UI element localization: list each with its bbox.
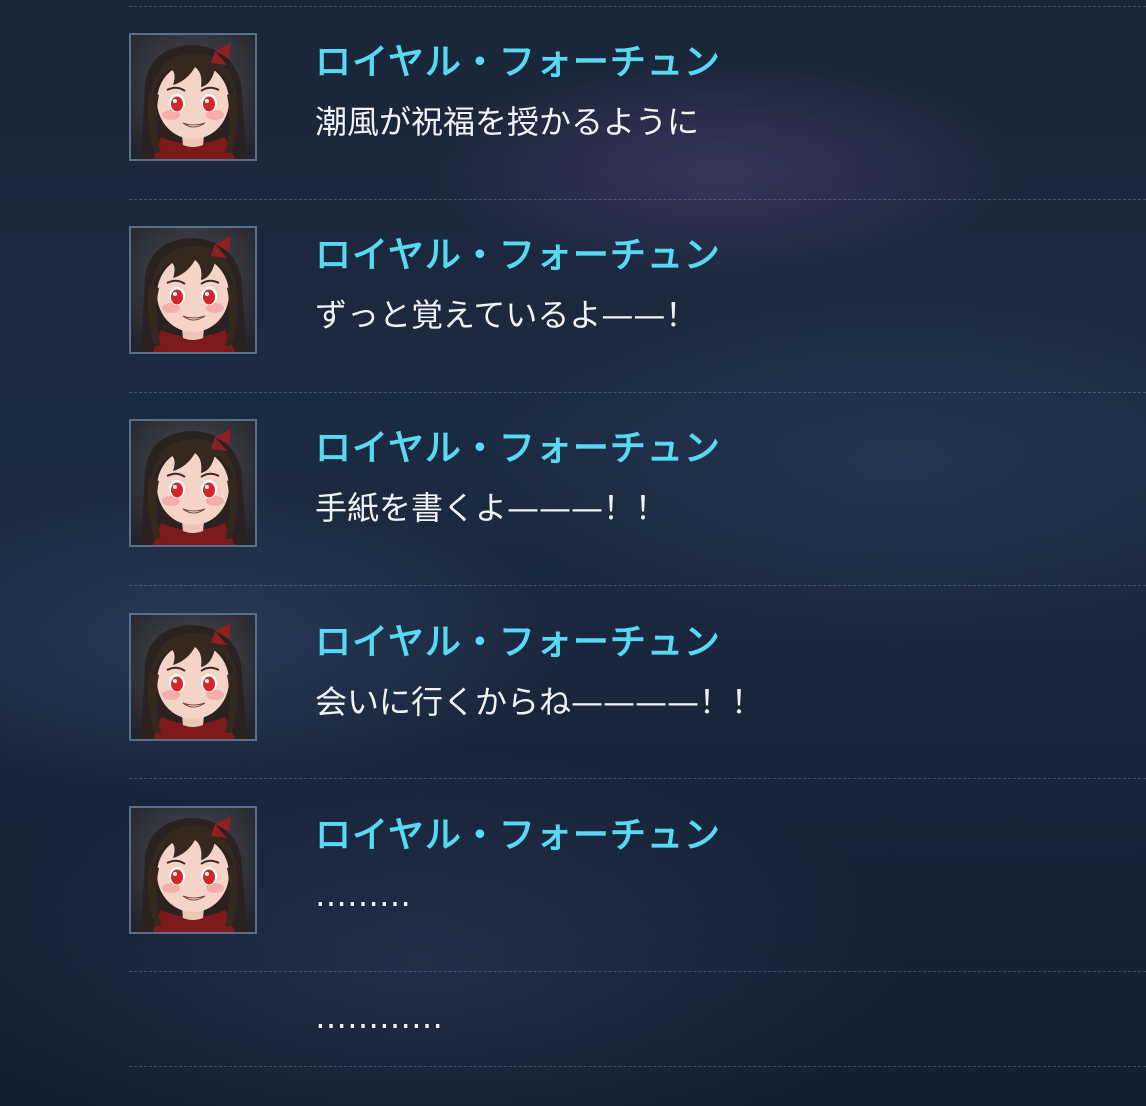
dialogue-text: 会いに行くからね————！！ [315, 683, 764, 721]
dialogue-text: ずっと覚えているよ——！ [315, 296, 698, 334]
divider [129, 1066, 1146, 1067]
character-portrait [131, 421, 255, 545]
speaker-name: ロイヤル・フォーチュン [315, 235, 721, 276]
divider [129, 199, 1146, 200]
log-entry: ロイヤル・フォーチュン ……… [129, 806, 1146, 936]
divider [129, 392, 1146, 393]
character-portrait [131, 228, 255, 352]
narration-text: ………… [315, 998, 443, 1036]
divider [129, 585, 1146, 586]
log-entry: ロイヤル・フォーチュン ずっと覚えているよ——！ [129, 226, 1146, 356]
character-portrait [131, 615, 255, 739]
dialogue-text: 潮風が祝福を授かるように [315, 103, 700, 141]
avatar [129, 33, 257, 161]
log-entry: ロイヤル・フォーチュン 会いに行くからね————！！ [129, 613, 1146, 743]
dialogue-text: ……… [315, 876, 411, 914]
dialogue-log[interactable]: ロイヤル・フォーチュン 潮風が祝福を授かるように ロイヤル・フォーチュン ずっと… [129, 0, 1146, 1106]
log-entry: ロイヤル・フォーチュン 手紙を書くよ———！！ [129, 419, 1146, 549]
speaker-name: ロイヤル・フォーチュン [315, 428, 721, 469]
speaker-name: ロイヤル・フォーチュン [315, 815, 721, 856]
dialogue-text: 手紙を書くよ———！！ [315, 489, 668, 527]
divider [129, 6, 1146, 7]
divider [129, 971, 1146, 972]
character-portrait [131, 808, 255, 932]
speaker-name: ロイヤル・フォーチュン [315, 42, 721, 83]
avatar [129, 613, 257, 741]
log-entry: ロイヤル・フォーチュン 潮風が祝福を授かるように [129, 33, 1146, 163]
character-portrait [131, 35, 255, 159]
avatar [129, 226, 257, 354]
speaker-name: ロイヤル・フォーチュン [315, 622, 721, 663]
divider [129, 778, 1146, 779]
avatar [129, 806, 257, 934]
avatar [129, 419, 257, 547]
